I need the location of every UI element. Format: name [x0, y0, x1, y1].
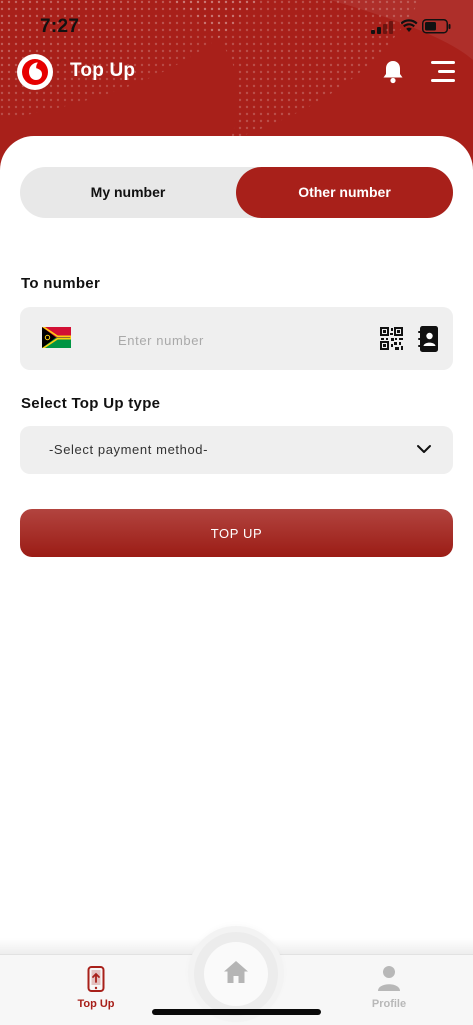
tab-profile-label: Profile: [371, 998, 407, 1010]
content-sheet: [0, 136, 473, 1024]
tab-top-up[interactable]: Top Up: [46, 955, 146, 1025]
status-time: 7:27: [40, 16, 80, 37]
vodafone-logo: [17, 54, 53, 90]
cellular-signal-icon: [371, 21, 393, 34]
number-toggle: My number Other number: [20, 167, 453, 218]
person-icon: [378, 966, 400, 991]
hamburger-menu-icon[interactable]: [431, 61, 455, 82]
to-number-field: [20, 307, 453, 370]
qr-code-icon[interactable]: [380, 327, 403, 350]
bell-icon[interactable]: [381, 59, 405, 84]
home-button[interactable]: [194, 932, 278, 1016]
topup-type-label: Select Top Up type: [21, 395, 161, 412]
phone-number-input[interactable]: [116, 329, 360, 351]
phone-topup-icon: [87, 966, 105, 992]
other-number-tab[interactable]: Other number: [236, 167, 453, 218]
top-up-button[interactable]: TOP UP: [20, 509, 453, 557]
tab-top-up-label: Top Up: [77, 998, 115, 1010]
chevron-down-icon: [417, 445, 431, 453]
vanuatu-flag-icon[interactable]: [42, 327, 71, 348]
payment-method-value: -Select payment method-: [49, 442, 209, 457]
home-indicator: [152, 1009, 321, 1015]
status-bar: 7:27: [0, 0, 473, 48]
to-number-label: To number: [21, 275, 101, 292]
contact-book-icon[interactable]: [418, 326, 440, 352]
battery-icon: [422, 19, 451, 34]
tab-profile[interactable]: Profile: [339, 955, 439, 1025]
home-icon: [224, 961, 248, 983]
page-title: Top Up: [70, 60, 136, 81]
home-button-inner: [204, 942, 268, 1006]
payment-method-select[interactable]: -Select payment method-: [20, 426, 453, 474]
wifi-icon: [400, 19, 418, 32]
my-number-tab[interactable]: My number: [20, 167, 236, 218]
